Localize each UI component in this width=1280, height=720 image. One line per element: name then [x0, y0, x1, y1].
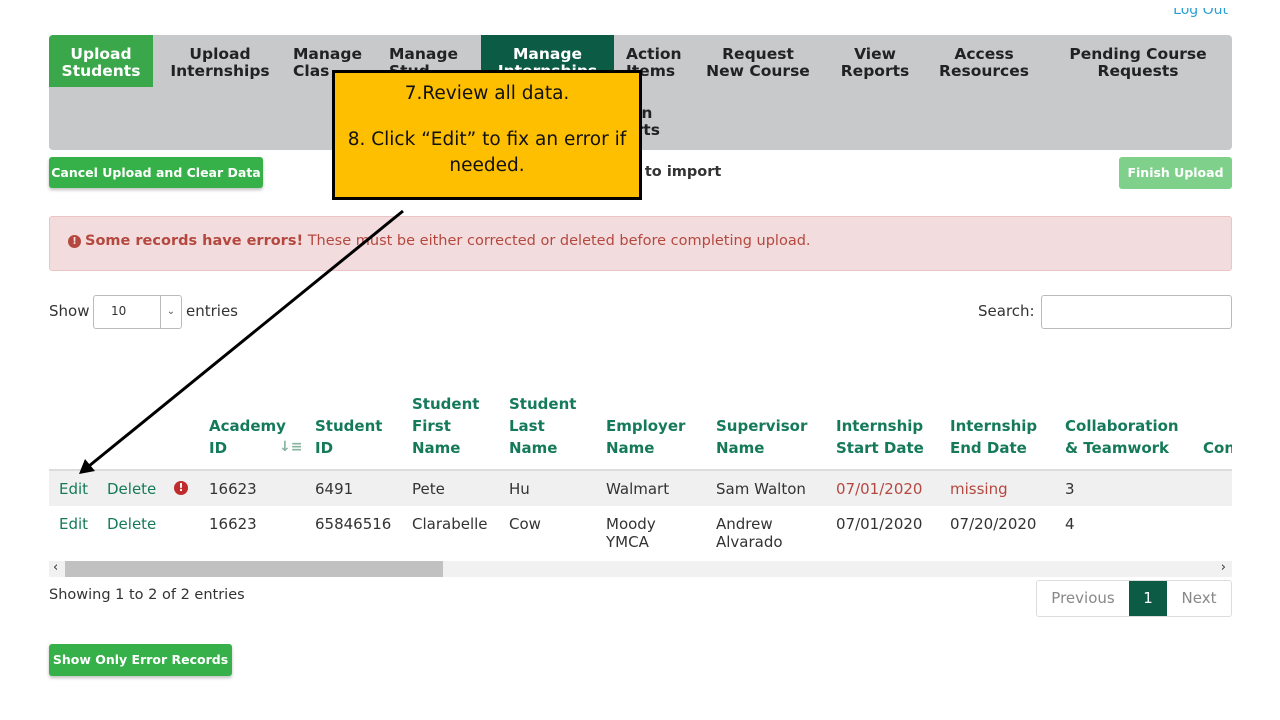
callout-arrow — [79, 209, 404, 474]
